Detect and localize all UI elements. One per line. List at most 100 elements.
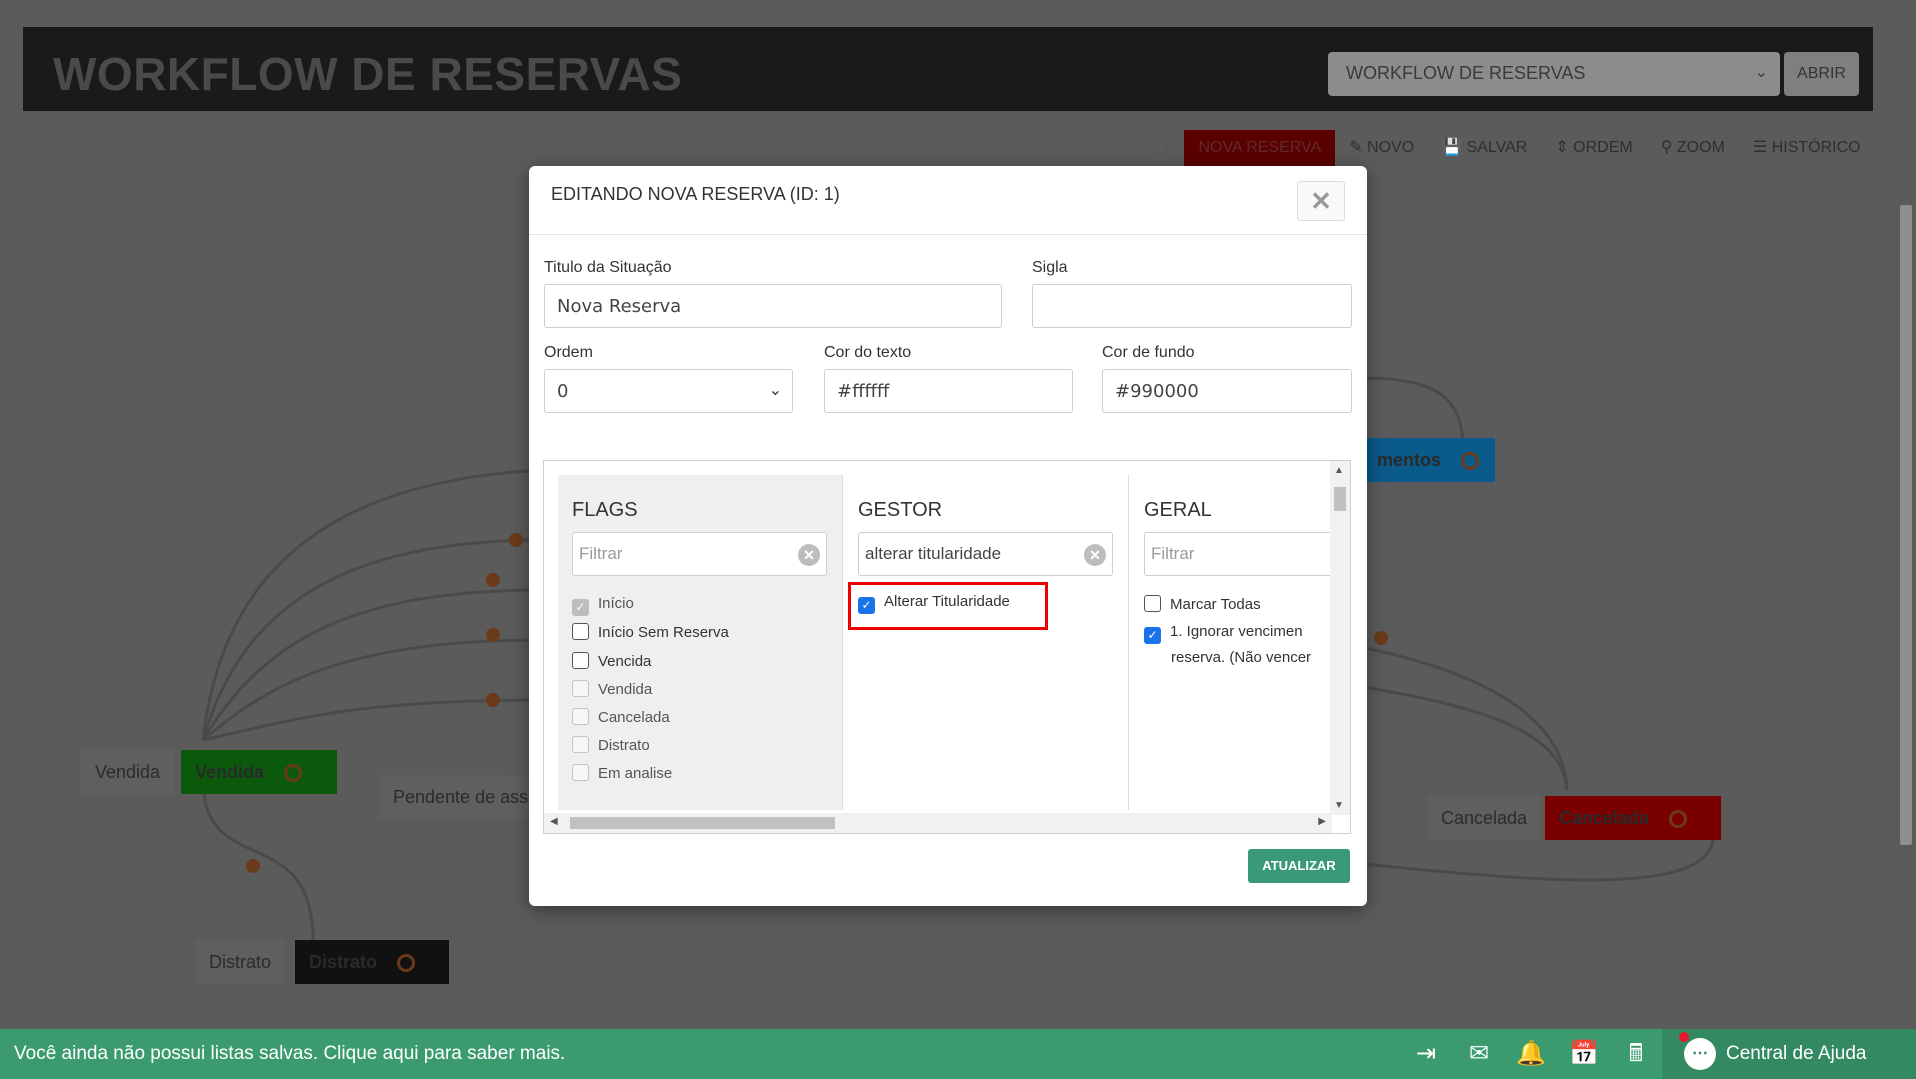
node-label-distrato: Distrato — [195, 940, 286, 984]
acronym-field[interactable] — [1032, 284, 1352, 328]
help-center-button[interactable]: ⋯ Central de Ajuda — [1662, 1029, 1916, 1079]
scroll-thumb[interactable] — [570, 817, 835, 829]
mail-star-icon[interactable]: ✉ — [1463, 1038, 1495, 1070]
close-button[interactable]: ✕ — [1297, 181, 1345, 221]
update-button[interactable]: ATUALIZAR — [1248, 849, 1350, 883]
chat-icon: ⋯ — [1684, 1038, 1716, 1070]
flag-vencida[interactable]: Vencida — [572, 652, 651, 670]
edit-state-modal: EDITANDO NOVA RESERVA (ID: 1) ✕ Titulo d… — [529, 166, 1367, 906]
node-pagamentos-label: mentos — [1377, 450, 1442, 470]
checkbox-icon[interactable] — [572, 623, 589, 640]
checkbox-icon — [572, 708, 589, 725]
connector-icon[interactable] — [284, 764, 303, 783]
bg-color-field[interactable]: #990000 — [1102, 369, 1352, 413]
highlight-box — [848, 582, 1048, 630]
scroll-left-icon[interactable]: ◀ — [550, 816, 558, 827]
checkbox-icon[interactable] — [572, 652, 589, 669]
order-select[interactable]: 0 ⌄ — [544, 369, 793, 413]
sort-icon: ⇕ — [1555, 139, 1574, 156]
scroll-right-icon[interactable]: ▶ — [1318, 816, 1326, 827]
page-title: WORKFLOW DE RESERVAS — [53, 48, 683, 100]
flag-inicio: ✓ Início — [572, 595, 634, 616]
geral-filter-placeholder: Filtrar — [1151, 544, 1195, 563]
workflow-select[interactable]: WORKFLOW DE RESERVAS ⌄ — [1328, 52, 1780, 96]
node-cancelada[interactable]: Cancelada — [1545, 796, 1721, 840]
bell-icon[interactable]: 🔔 — [1515, 1038, 1547, 1070]
flags-filter-input[interactable]: Filtrar ✕ — [572, 532, 827, 576]
clear-filter-icon[interactable]: ✕ — [798, 544, 820, 566]
geral-ignorar-vencimento[interactable]: ✓ 1. Ignorar vencimen — [1144, 623, 1303, 644]
new-button[interactable]: ✎ NOVO — [1335, 130, 1428, 166]
history-button[interactable]: ☰ HISTÓRICO — [1739, 130, 1875, 166]
calculator-icon[interactable]: 🖩 — [1620, 1038, 1652, 1070]
scroll-up-icon[interactable]: ▲ — [1334, 465, 1344, 476]
workflow-toolbar: v2.1 NOVA RESERVA ✎ NOVO 💾 SALVAR ⇕ ORDE… — [1130, 130, 1875, 166]
version-label: v2.1 — [1144, 140, 1171, 156]
save-button[interactable]: 💾 SALVAR — [1428, 130, 1541, 166]
workflow-select-value: WORKFLOW DE RESERVAS — [1346, 63, 1586, 83]
geral-ignorar-vencimento-label: 1. Ignorar vencimen — [1170, 623, 1303, 640]
flag-inicio-label: Início — [598, 595, 634, 612]
panel-horizontal-scrollbar[interactable]: ◀ ▶ — [544, 813, 1332, 833]
flag-distrato: Distrato — [572, 736, 650, 754]
history-label: HISTÓRICO — [1771, 139, 1861, 156]
list-icon: ☰ — [1752, 139, 1772, 156]
modal-title: EDITANDO NOVA RESERVA (ID: 1) — [551, 184, 840, 204]
flag-distrato-label: Distrato — [598, 737, 650, 754]
geral-marcar-todas[interactable]: Marcar Todas — [1144, 595, 1261, 613]
node-pagamentos[interactable]: mentos — [1363, 438, 1495, 482]
page-scroll-thumb[interactable] — [1900, 205, 1912, 845]
checkbox-icon: ✓ — [572, 599, 589, 616]
connector-icon[interactable] — [397, 954, 416, 973]
clear-filter-icon[interactable]: ✕ — [1084, 544, 1106, 566]
checkbox-icon[interactable] — [1144, 595, 1161, 612]
flag-inicio-sem-reserva-label: Início Sem Reserva — [598, 624, 729, 641]
search-icon: ⚲ — [1660, 139, 1677, 156]
node-cancelada-label: Cancelada — [1559, 808, 1650, 828]
new-label: NOVO — [1367, 139, 1415, 156]
order-button[interactable]: ⇕ ORDEM — [1541, 130, 1646, 166]
bg-color-label: Cor de fundo — [1102, 344, 1195, 361]
zoom-label: ZOOM — [1676, 139, 1725, 156]
geral-filter-input[interactable]: Filtrar — [1144, 532, 1330, 576]
text-color-field[interactable]: #ffffff — [824, 369, 1073, 413]
scroll-down-icon[interactable]: ▼ — [1334, 800, 1344, 811]
checkbox-checked-icon[interactable]: ✓ — [1144, 627, 1161, 644]
node-distrato[interactable]: Distrato — [295, 940, 449, 984]
flags-filter-placeholder: Filtrar — [579, 544, 623, 563]
text-color-label: Cor do texto — [824, 344, 912, 361]
calendar-icon[interactable]: 📅 — [1568, 1038, 1600, 1070]
checkbox-icon — [572, 764, 589, 781]
scroll-thumb[interactable] — [1334, 487, 1346, 511]
bottom-bar: Você ainda não possui listas salvas. Cli… — [0, 1029, 1916, 1079]
zoom-button[interactable]: ⚲ ZOOM — [1647, 130, 1739, 166]
pencil-icon: ✎ — [1349, 139, 1368, 156]
collapse-icon[interactable]: ⇥ — [1410, 1038, 1442, 1070]
title-field-label: Titulo da Situação — [544, 259, 672, 276]
connector-icon[interactable] — [1461, 452, 1480, 471]
flag-cancelada: Cancelada — [572, 708, 670, 726]
active-state-button[interactable]: NOVA RESERVA — [1184, 130, 1336, 166]
panel-vertical-scrollbar[interactable]: ▲ ▼ — [1330, 461, 1350, 815]
node-label-cancelada: Cancelada — [1427, 796, 1542, 840]
flag-cancelada-label: Cancelada — [598, 709, 670, 726]
modal-header: EDITANDO NOVA RESERVA (ID: 1) ✕ — [529, 166, 1367, 235]
node-label-vendida: Vendida — [81, 750, 175, 794]
node-vendida-label: Vendida — [195, 762, 265, 782]
checkbox-icon — [572, 736, 589, 753]
page-scrollbar[interactable] — [1896, 0, 1916, 1029]
flag-em-analise-label: Em analise — [598, 765, 673, 782]
checkbox-icon — [572, 680, 589, 697]
gestor-filter-input[interactable]: alterar titularidade ✕ — [858, 532, 1113, 576]
flag-inicio-sem-reserva[interactable]: Início Sem Reserva — [572, 623, 729, 641]
title-field[interactable]: Nova Reserva — [544, 284, 1002, 328]
node-vendida[interactable]: Vendida — [181, 750, 337, 794]
acronym-field-label: Sigla — [1032, 259, 1068, 276]
order-label: ORDEM — [1573, 139, 1633, 156]
notification-dot — [1679, 1032, 1689, 1042]
open-button[interactable]: ABRIR — [1784, 52, 1859, 96]
connector-icon[interactable] — [1669, 810, 1688, 829]
geral-ignorar-vencimento-line2: reserva. (Não vencer — [1171, 649, 1312, 666]
flag-em-analise: Em analise — [572, 764, 672, 782]
saved-lists-message[interactable]: Você ainda não possui listas salvas. Cli… — [14, 1043, 565, 1065]
